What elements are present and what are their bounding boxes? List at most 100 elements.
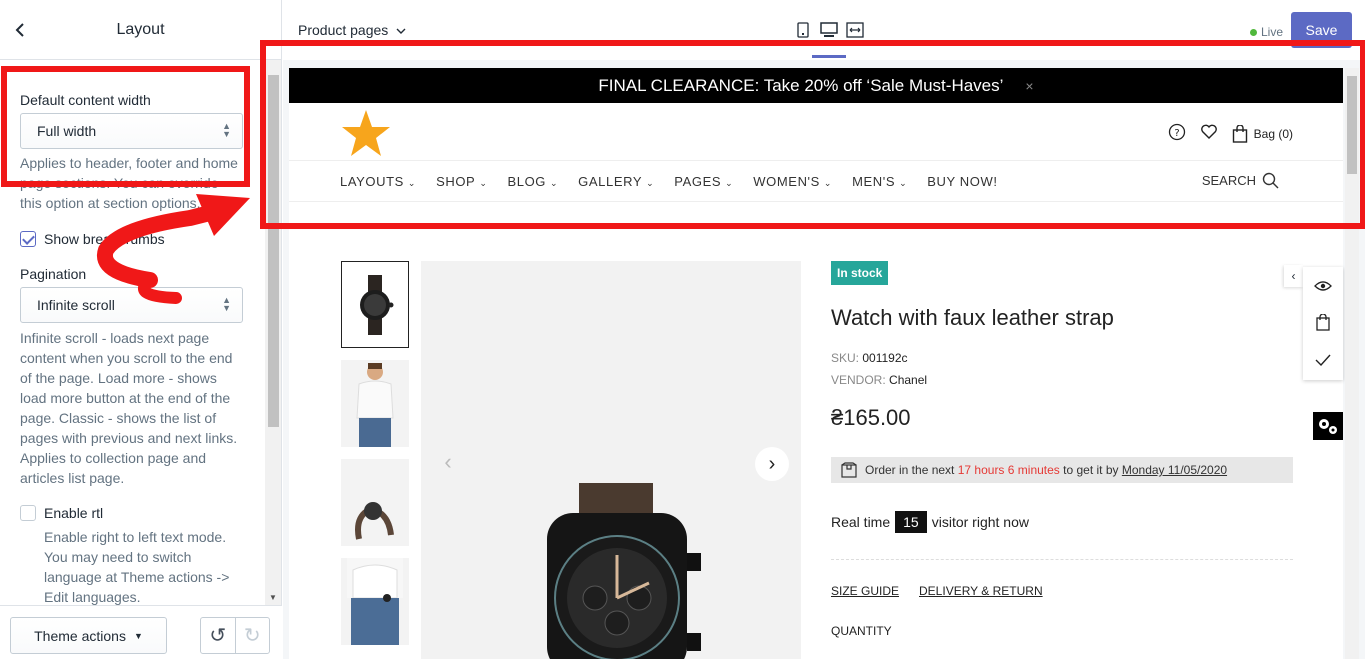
help-line: of the page. Load more - shows	[20, 370, 217, 386]
help-icon[interactable]: ?	[1168, 123, 1186, 144]
content-width-help: Applies to header, footer and home page …	[20, 153, 265, 213]
collapse-widget-icon[interactable]: ‹	[1284, 265, 1303, 287]
help-line: page sections. You can override	[20, 175, 219, 191]
sidebar-scrollbar[interactable]: ▼	[265, 60, 281, 605]
sidebar-scroll-thumb[interactable]	[268, 75, 279, 427]
nav-item-womens[interactable]: WOMEN'S ⌄	[753, 174, 832, 189]
order-time: 17 hours 6 minutes	[957, 463, 1060, 477]
scroll-down-arrow-icon[interactable]: ▼	[269, 593, 277, 602]
nav-label: MEN'S	[852, 174, 896, 189]
sidebar-settings-panel: Default content width Full width ▲ ▼ Appl…	[0, 60, 265, 605]
thumbnail-model-wrist[interactable]	[341, 558, 409, 645]
help-line: articles list page.	[20, 470, 125, 486]
realtime-suffix: visitor right now	[931, 514, 1029, 530]
chevron-down-icon: ⌄	[823, 178, 833, 188]
visitor-count: 15	[895, 511, 927, 533]
content-width-value: Full width	[37, 123, 97, 139]
bag-label: Bag (0)	[1253, 126, 1293, 141]
help-line: this option at section options.	[20, 195, 201, 211]
bag-link[interactable]: Bag (0)	[1232, 124, 1293, 143]
preview-scroll-thumb[interactable]	[1347, 76, 1357, 174]
live-status: Live	[1250, 25, 1283, 39]
live-dot-icon	[1250, 28, 1257, 36]
page-type-dropdown[interactable]: Product pages	[298, 22, 406, 38]
close-icon[interactable]: ×	[1025, 78, 1033, 94]
select-arrows-icon: ▲ ▼	[222, 121, 231, 139]
help-line: content when you scroll to the end	[20, 350, 233, 366]
chevron-down-icon: ⌄	[407, 178, 417, 188]
pagination-select[interactable]: Infinite scroll ▲ ▼	[20, 287, 243, 323]
carousel-next-icon[interactable]: ›	[755, 447, 789, 481]
product-meta: SKU: 001192c VENDOR: Chanel	[831, 347, 1293, 391]
breadcrumbs-label: Show breadcrumbs	[44, 231, 165, 247]
help-line: Applies to header, footer and home	[20, 155, 238, 171]
theme-actions-button[interactable]: Theme actions ▼	[10, 617, 167, 654]
checkmark-icon[interactable]	[1303, 341, 1343, 378]
divider	[831, 559, 1293, 560]
package-icon	[841, 462, 857, 478]
nav-item-mens[interactable]: MEN'S ⌄	[852, 174, 907, 189]
wishlist-heart-icon[interactable]	[1200, 124, 1218, 143]
device-switcher	[794, 20, 864, 58]
nav-label: GALLERY	[578, 174, 643, 189]
thumbnail-watch-side[interactable]	[341, 459, 409, 546]
product-thumbnails	[341, 261, 409, 657]
quick-view-eye-icon[interactable]	[1303, 267, 1343, 304]
announcement-bar[interactable]: FINAL CLEARANCE: Take 20% off ‘Sale Must…	[289, 68, 1343, 103]
chevron-down-icon	[396, 22, 406, 38]
save-button[interactable]: Save	[1291, 12, 1352, 48]
store-preview: FINAL CLEARANCE: Take 20% off ‘Sale Must…	[289, 68, 1343, 659]
quantity-label: QUANTITY	[831, 624, 892, 638]
preview-scrollbar[interactable]	[1345, 68, 1359, 659]
nav-label: BUY NOW!	[927, 174, 998, 189]
sku-label: SKU:	[831, 351, 860, 365]
editor-topbar: Product pages Live Save	[282, 0, 1365, 60]
redo-icon[interactable]: ↻	[234, 618, 270, 653]
pagination-value: Infinite scroll	[37, 297, 115, 313]
nav-item-layouts[interactable]: LAYOUTS ⌄	[340, 174, 416, 189]
chevron-down-icon: ⌄	[899, 178, 908, 188]
undo-redo-group: ↺ ↻	[200, 617, 270, 654]
nav-item-buy-now[interactable]: BUY NOW!	[927, 174, 997, 189]
back-chevron-icon[interactable]	[10, 20, 30, 40]
nav-item-gallery[interactable]: GALLERY ⌄	[578, 174, 654, 189]
thumbnail-watch-front[interactable]	[341, 261, 409, 348]
nav-item-shop[interactable]: SHOP ⌄	[436, 174, 487, 189]
size-guide-link[interactable]: SIZE GUIDE	[831, 584, 899, 598]
nav-item-pages[interactable]: PAGES ⌄	[674, 174, 733, 189]
theme-editor-sidebar: Layout Default content width Full width …	[0, 0, 282, 659]
product-title: Watch with faux leather strap	[831, 305, 1114, 330]
delivery-return-link[interactable]: DELIVERY & RETURN	[919, 584, 1043, 598]
add-to-bag-icon[interactable]	[1303, 304, 1343, 341]
stock-badge: In stock	[831, 261, 889, 285]
help-line: Infinite scroll - loads next page	[20, 330, 210, 346]
mobile-view-icon[interactable]	[794, 20, 812, 40]
store-logo-star[interactable]	[340, 108, 392, 158]
help-line: load more button at the end of the	[20, 390, 231, 406]
help-line: language at Theme actions ->	[44, 569, 230, 585]
content-width-select[interactable]: Full width ▲ ▼	[20, 113, 243, 149]
search-link[interactable]: SEARCH	[1202, 172, 1279, 189]
order-date: Monday 11/05/2020	[1121, 463, 1228, 477]
delivery-countdown: Order in the next 17 hours 6 minutes to …	[831, 457, 1293, 483]
desktop-view-icon[interactable]	[812, 20, 846, 58]
help-line: Enable right to left text mode.	[44, 529, 227, 545]
chevron-down-icon: ⌄	[479, 178, 488, 188]
announcement-text: FINAL CLEARANCE: Take 20% off ‘Sale Must…	[598, 75, 1004, 95]
sku-value: 001192c	[862, 351, 908, 365]
carousel-prev-icon[interactable]: ‹	[433, 447, 463, 477]
nav-item-blog[interactable]: BLOG ⌄	[507, 174, 558, 189]
undo-icon[interactable]: ↺	[201, 618, 235, 653]
chevron-down-icon: ⌄	[646, 178, 655, 188]
search-icon	[1262, 172, 1279, 189]
product-main-image[interactable]: ‹ ›	[421, 261, 801, 659]
rtl-checkbox[interactable]	[20, 505, 36, 521]
breadcrumbs-checkbox[interactable]	[20, 231, 36, 247]
pagination-label: Pagination	[20, 266, 87, 282]
fullscreen-view-icon[interactable]	[846, 20, 864, 40]
main-navigation: LAYOUTS ⌄ SHOP ⌄ BLOG ⌄ GALLERY ⌄ PAGES ⌄ WOM…	[289, 160, 1343, 202]
rtl-help: Enable right to left text mode. You may …	[44, 527, 259, 605]
thumbnail-model-white-tee[interactable]	[341, 360, 409, 447]
content-width-label: Default content width	[20, 92, 151, 108]
settings-gears-icon[interactable]	[1313, 412, 1343, 440]
